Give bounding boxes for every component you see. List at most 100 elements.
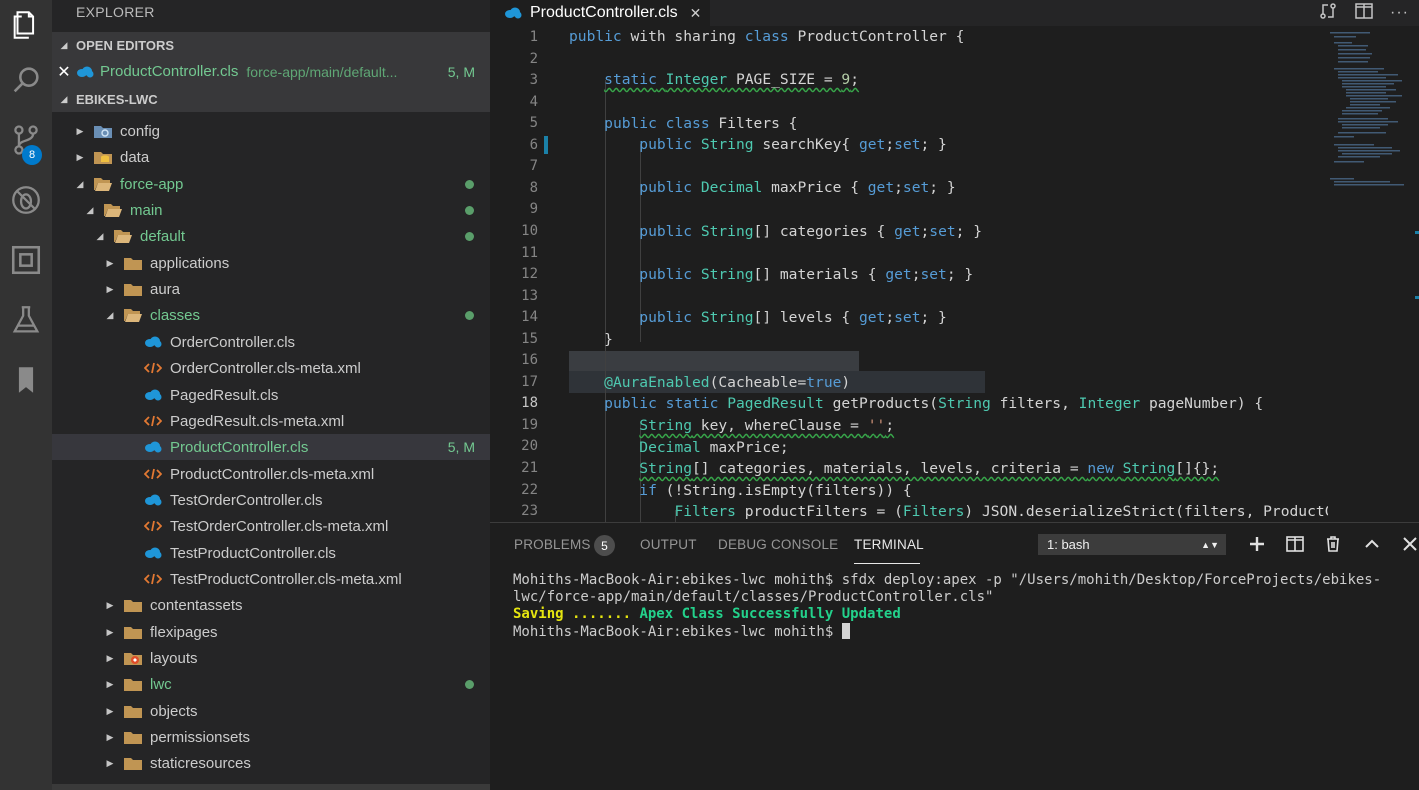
git-status-label: 5, M [447,439,475,455]
chevron-right-icon[interactable]: ▶ [104,600,116,611]
tab-close-icon[interactable]: ✕ [690,5,702,22]
compare-changes-icon[interactable] [1318,1,1338,25]
line-number: 16 [521,352,538,368]
chevron-down-icon: ◢ [60,93,68,104]
code-line-21: String[] categories, materials, levels, … [639,460,1220,477]
tree-item-label: default [140,227,186,245]
tree-item-label: main [130,201,163,219]
code-line-5: public class Filters { [604,115,798,132]
chevron-right-icon[interactable]: ▶ [74,152,86,163]
open-editor-name: ProductController.cls [100,63,239,80]
explorer-title: EXPLORER [76,4,155,20]
line-number: 12 [521,266,538,282]
minimap[interactable] [1328,26,1419,522]
search-icon[interactable] [0,55,52,105]
trash-icon[interactable] [1324,535,1342,557]
chevron-right-icon[interactable]: ▶ [104,258,116,269]
project-header[interactable]: ◢ EBIKES-LWC [52,86,490,112]
tree-item[interactable]: ◢ force-app [52,171,490,197]
code-line-3: static Integer PAGE_SIZE = 9; [604,71,860,88]
tree-item-label: flexipages [150,623,218,641]
tree-item[interactable]: ▶ lwc [52,671,490,697]
tree-item[interactable]: ▶ staticresources [52,750,490,776]
chevron-right-icon[interactable]: ▶ [104,732,116,743]
tree-item[interactable]: TestProductController.cls [52,540,490,566]
tree-item[interactable]: ▶ permissionsets [52,724,490,750]
apex-cloud-icon [144,387,162,403]
debug-icon[interactable] [0,175,52,225]
tree-item[interactable]: ◢ main [52,197,490,223]
tree-item[interactable]: ▶ flexipages [52,619,490,645]
tree-item[interactable]: ▶ aura [52,276,490,302]
chevron-right-icon[interactable]: ▶ [104,284,116,295]
close-panel-icon[interactable] [1401,535,1419,557]
tree-item-label: aura [150,280,181,298]
sidebar-scrollbar[interactable] [52,784,490,790]
tree-item[interactable]: TestProductController.cls-meta.xml [52,566,490,592]
tab-product-controller[interactable]: ProductController.cls ✕ [490,0,710,26]
chevron-right-icon[interactable]: ▶ [104,758,116,769]
tree-item[interactable]: OrderController.cls [52,329,490,355]
tree-item-label: config [120,122,161,140]
more-actions-icon[interactable]: ··· [1390,4,1409,22]
tree-item[interactable]: ▶ applications [52,250,490,276]
tree-item[interactable]: ProductController.cls-meta.xml [52,461,490,487]
tree-item[interactable]: OrderController.cls-meta.xml [52,355,490,381]
tab-terminal[interactable]: TERMINAL [854,537,924,552]
line-number: 22 [521,482,538,498]
tree-item-label: force-app [120,175,184,193]
apex-cloud-icon [144,439,162,455]
code-line-19: String key, whereClause = ''; [639,417,895,434]
tab-output[interactable]: OUTPUT [640,537,697,552]
split-editor-icon[interactable] [1354,1,1374,25]
source-control-icon[interactable]: 8 [0,115,52,165]
tree-item-label: TestProductController.cls-meta.xml [170,570,402,588]
tree-item[interactable]: ◢ classes [52,302,490,328]
tree-item[interactable]: ProductController.cls 5, M [52,434,490,460]
data-folder-icon [94,149,112,165]
code-line-10: public String[] categories { get;set; } [639,223,982,240]
bookmark-icon[interactable] [0,355,52,405]
tree-item[interactable]: ▶ objects [52,698,490,724]
new-terminal-icon[interactable] [1248,535,1266,557]
close-icon[interactable]: ✕ [52,62,76,82]
chevron-right-icon[interactable]: ▶ [104,679,116,690]
chevron-right-icon[interactable]: ▶ [104,706,116,717]
open-editors-header[interactable]: ◢ OPEN EDITORS [52,32,490,58]
tree-item[interactable]: PagedResult.cls [52,382,490,408]
selection-highlight [569,351,859,371]
tree-item[interactable]: TestOrderController.cls-meta.xml [52,513,490,539]
tree-item-label: PagedResult.cls [170,386,279,404]
chevron-down-icon[interactable]: ◢ [104,310,116,321]
chevron-right-icon[interactable]: ▶ [74,126,86,137]
terminal-line: lwc/force-app/main/default/classes/Produ… [513,589,994,605]
git-status-dot [465,679,474,689]
test-flask-icon[interactable] [0,295,52,345]
tree-item[interactable]: TestOrderController.cls [52,487,490,513]
line-number: 17 [521,374,538,390]
tree-item[interactable]: ▶ contentassets [52,592,490,618]
chevron-down-icon[interactable]: ◢ [84,205,96,216]
tree-item-label: TestProductController.cls [170,544,336,562]
code-editor[interactable]: 1 2 3 4 5 6 7 8 9 10 11 12 13 14 15 16 17 18 19 20 21 22 23 pu… [490,26,1328,522]
explorer-icon[interactable] [0,0,52,50]
chevron-right-icon[interactable]: ▶ [104,653,116,664]
chevron-down-icon[interactable]: ◢ [74,179,86,190]
terminal-select[interactable]: 1: bash ▲▼ [1038,534,1226,555]
tree-item[interactable]: ▶ data [52,144,490,170]
chevron-down-icon[interactable]: ◢ [94,231,106,242]
tab-problems[interactable]: PROBLEMS [514,537,591,552]
tree-item[interactable]: ▶ layouts [52,645,490,671]
chevron-right-icon[interactable]: ▶ [104,627,116,638]
folder-icon [124,729,142,745]
extensions-icon[interactable] [0,235,52,285]
terminal-prompt[interactable]: Mohiths-MacBook-Air:ebikes-lwc mohith$ [513,623,850,640]
split-terminal-icon[interactable] [1286,535,1304,557]
tree-item[interactable]: ▶ config [52,118,490,144]
maximize-panel-icon[interactable] [1363,535,1381,557]
folder-icon [124,624,142,640]
tree-item[interactable]: PagedResult.cls-meta.xml [52,408,490,434]
tab-debug-console[interactable]: DEBUG CONSOLE [718,537,838,552]
tree-item[interactable]: ◢ default [52,223,490,249]
open-editor-item[interactable]: ✕ ProductController.cls force-app/main/d… [52,58,490,85]
